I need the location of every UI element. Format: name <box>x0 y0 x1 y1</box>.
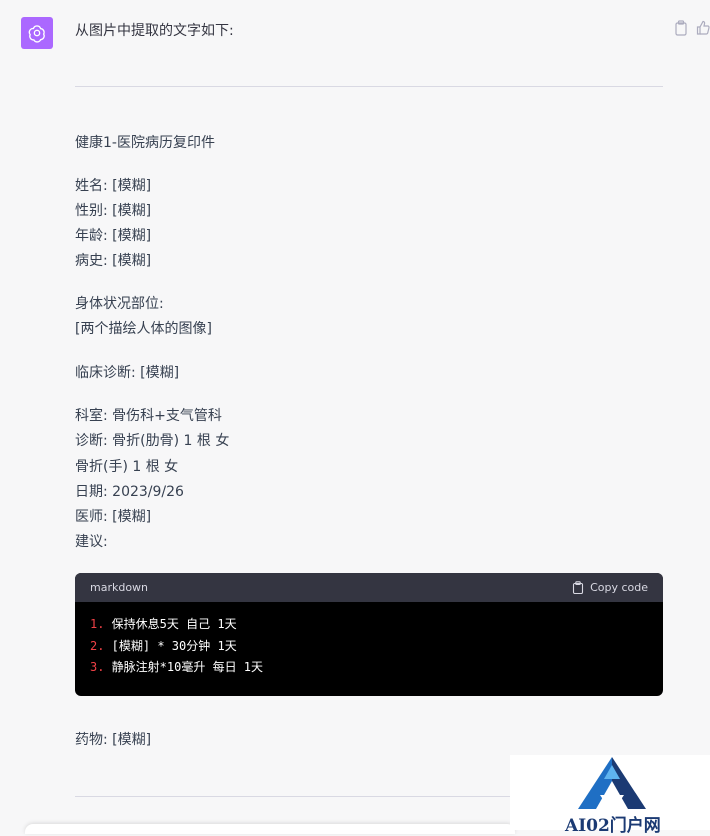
detail-line: 科室: 骨伤科+支气管科 <box>75 408 222 424</box>
message-actions <box>674 20 710 38</box>
field-line: 年龄: [模糊] <box>75 228 152 244</box>
copy-code-button[interactable]: Copy code <box>572 581 648 594</box>
clipboard-icon[interactable] <box>674 20 688 36</box>
chat-input-bar[interactable] <box>25 824 515 834</box>
watermark: AI02门户网 <box>510 755 710 836</box>
code-header: markdown Copy code <box>75 573 663 602</box>
intro-text: 从图片中提取的文字如下: <box>75 23 234 39</box>
code-body: 1. 保持休息5天 自己 1天 2. [模糊] * 30分钟 1天 3. 静脉注… <box>75 602 663 691</box>
line-number: 2. <box>90 638 105 653</box>
line-text: [模糊] * 30分钟 1天 <box>104 638 237 653</box>
field-line: 病史: [模糊] <box>75 253 152 269</box>
detail-line: 日期: 2023/9/26 <box>75 484 184 500</box>
thumbs-up-icon[interactable] <box>696 20 710 36</box>
body-section-heading: 身体状况部位: <box>75 296 164 312</box>
clipboard-icon <box>573 581 584 594</box>
body-section-note: [两个描绘人体的图像] <box>75 321 212 337</box>
copy-code-label: Copy code <box>590 581 648 594</box>
detail-line: 骨折(手) 1 根 女 <box>75 459 179 475</box>
detail-line: 医师: [模糊] <box>75 509 152 525</box>
code-line: 3. 静脉注射*10毫升 每日 1天 <box>90 657 648 679</box>
field-line: 姓名: [模糊] <box>75 178 152 194</box>
divider-top <box>75 86 663 87</box>
chatgpt-logo-icon <box>28 25 45 43</box>
code-language-label: markdown <box>90 581 149 594</box>
medication-line: 药物: [模糊] <box>75 732 152 748</box>
code-block: markdown Copy code 1. 保持休息5天 自己 1天 2. [模… <box>75 573 663 696</box>
document-title: 健康1-医院病历复印件 <box>75 135 215 151</box>
detail-line: 建议: <box>75 534 108 550</box>
code-line: 1. 保持休息5天 自己 1天 <box>90 614 648 636</box>
watermark-logo-icon <box>578 757 646 809</box>
watermark-text: AI02门户网 <box>565 816 661 836</box>
code-line: 2. [模糊] * 30分钟 1天 <box>90 636 648 658</box>
clinical-diagnosis: 临床诊断: [模糊] <box>75 365 180 381</box>
field-line: 性别: [模糊] <box>75 203 152 219</box>
assistant-avatar <box>21 17 53 49</box>
line-text: 静脉注射*10毫升 每日 1天 <box>104 660 264 674</box>
line-number: 3. <box>90 660 105 674</box>
line-number: 1. <box>90 617 105 631</box>
line-text: 保持休息5天 自己 1天 <box>104 617 237 631</box>
detail-line: 诊断: 骨折(肋骨) 1 根 女 <box>75 433 230 449</box>
